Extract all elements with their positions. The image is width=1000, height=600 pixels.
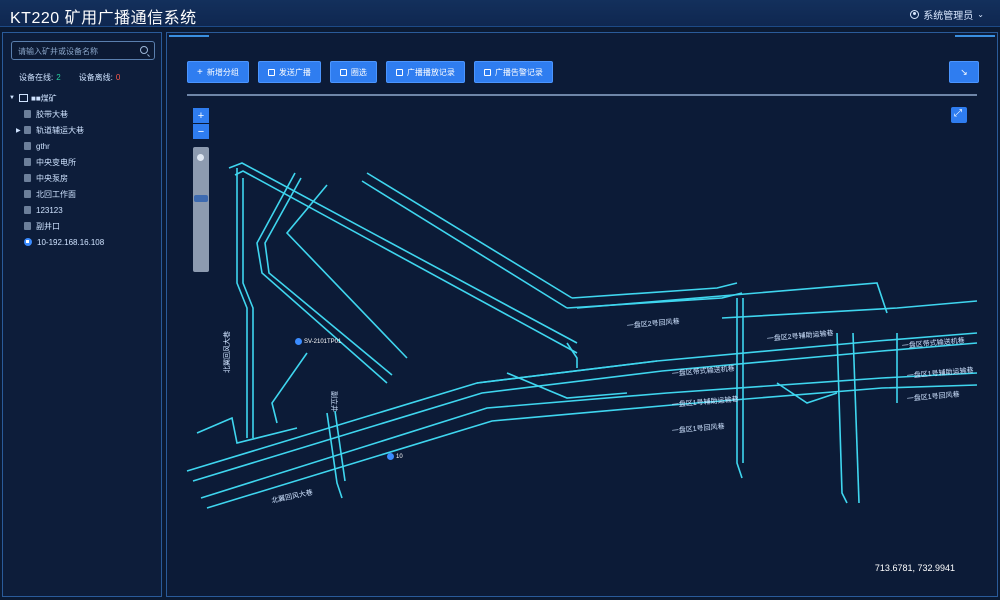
- tree-item[interactable]: gthr: [9, 138, 159, 154]
- zoom-slider[interactable]: [193, 147, 209, 272]
- speaker-icon: [24, 238, 32, 246]
- area-icon: [24, 190, 31, 198]
- tree-item[interactable]: 123123: [9, 202, 159, 218]
- document-icon: [395, 68, 403, 76]
- tree-item[interactable]: 副井口: [9, 218, 159, 234]
- area-icon: [24, 158, 31, 166]
- document-icon: [483, 68, 491, 76]
- area-icon: [24, 142, 31, 150]
- zoom-in-button[interactable]: +: [193, 108, 209, 123]
- map-label: 一盘区带式输送机巷: [671, 364, 735, 378]
- map-label: 北翼回风大巷: [271, 487, 314, 505]
- device-marker[interactable]: SV-2101TP01: [295, 338, 341, 345]
- tree-item[interactable]: ▶ 轨道辅运大巷: [9, 122, 159, 138]
- area-icon: [24, 206, 31, 214]
- search-input[interactable]: [18, 44, 138, 58]
- zoom-control: + −: [193, 108, 209, 140]
- app-title: KT220 矿用广播通信系统: [10, 10, 197, 27]
- device-stats: 设备在线: 2 设备离线: 0: [19, 72, 120, 83]
- tree-item[interactable]: 胶带大巷: [9, 106, 159, 122]
- area-icon: [24, 126, 31, 134]
- area-icon: [24, 222, 31, 230]
- corner-decoration: [169, 35, 209, 41]
- main-panel: + 新增分组 发送广播 圈选 广播播放记录 广播告警记录 ↘ 北翼回风大巷 北翼…: [166, 32, 998, 597]
- add-group-button[interactable]: + 新增分组: [187, 61, 249, 83]
- offline-stat: 设备离线: 0: [78, 73, 121, 82]
- tree-item[interactable]: 中央泵房: [9, 170, 159, 186]
- offline-count: 0: [115, 73, 121, 82]
- tree-root[interactable]: ▼ ■■煤矿: [9, 90, 159, 106]
- user-menu[interactable]: 系统管理员 ⌄: [910, 7, 984, 22]
- arrow-down-right-icon: ↘: [960, 66, 968, 77]
- zoom-out-button[interactable]: −: [193, 124, 209, 139]
- map-label: 北翼回风大巷: [222, 331, 231, 373]
- user-icon: [339, 68, 347, 76]
- corner-decoration: [955, 35, 995, 41]
- user-icon: [910, 10, 920, 19]
- search-icon[interactable]: [140, 46, 148, 54]
- slider-top-dot: [197, 154, 204, 161]
- mine-icon: [19, 94, 28, 102]
- divider: [187, 94, 977, 96]
- alarm-records-button[interactable]: 广播告警记录: [473, 61, 553, 83]
- sidebar: 设备在线:2 设备离线:0 ▼ ■■煤矿 胶带大巷 ▶轨道辅运大巷 gthr 中…: [2, 32, 162, 597]
- tunnel-map: 北翼回风大巷 北翼回风大巷 一盘区2号回风巷 一盘区2号辅助运输巷 一盘区带式输…: [186, 162, 978, 509]
- tree-item-device[interactable]: 10-192.168.16.108: [9, 234, 159, 250]
- tunnel-lines: [186, 162, 978, 509]
- search-box: [11, 41, 155, 60]
- map-label: 一盘区1号辅助运输巷: [671, 394, 738, 409]
- toolbar: + 新增分组 发送广播 圈选 广播播放记录 广播告警记录: [187, 61, 553, 83]
- user-icon: [267, 68, 275, 76]
- area-icon: [24, 174, 31, 182]
- mine-map[interactable]: 北翼回风大巷 北翼回风大巷 一盘区2号回风巷 一盘区2号辅助运输巷 一盘区带式输…: [177, 103, 991, 591]
- area-icon: [24, 110, 31, 118]
- slider-handle[interactable]: [194, 195, 208, 202]
- map-label: 一盘区2号辅助运输巷: [766, 328, 833, 343]
- map-label: 一盘区1号回风巷: [906, 389, 959, 403]
- collapse-button[interactable]: ↘: [949, 61, 979, 83]
- device-tree: ▼ ■■煤矿 胶带大巷 ▶ 轨道辅运大巷 gthr 中央变电所 中央泵房 北回工作…: [9, 90, 159, 250]
- top-bar: KT220 矿用广播通信系统 系统管理员 ⌄: [0, 0, 1000, 27]
- coordinate-readout: 713.6781, 732.9941: [874, 563, 955, 573]
- device-marker[interactable]: 10: [387, 453, 403, 460]
- user-name: 系统管理员: [923, 11, 974, 22]
- map-label: 一盘区2号回风巷: [626, 316, 679, 330]
- send-broadcast-button[interactable]: 发送广播: [257, 61, 321, 83]
- map-label: 一盘区1号辅助运输巷: [906, 365, 973, 380]
- speaker-icon: [387, 453, 394, 460]
- tree-item[interactable]: 中央变电所: [9, 154, 159, 170]
- plus-icon: +: [197, 66, 203, 78]
- online-stat: 设备在线: 2: [19, 73, 61, 82]
- circle-select-button[interactable]: 圈选: [329, 61, 377, 83]
- caret-right-icon[interactable]: ▶: [16, 127, 22, 134]
- chevron-down-icon: ⌄: [977, 10, 984, 19]
- speaker-icon: [295, 338, 302, 345]
- play-records-button[interactable]: 广播播放记录: [385, 61, 465, 83]
- tree-item[interactable]: 北回工作面: [9, 186, 159, 202]
- tree-root-label: ■■煤矿: [31, 93, 57, 103]
- fullscreen-button[interactable]: [951, 107, 967, 123]
- online-count: 2: [56, 73, 61, 82]
- caret-down-icon[interactable]: ▼: [9, 95, 19, 101]
- map-label: 副立井: [330, 391, 339, 412]
- map-label: 一盘区1号回风巷: [671, 421, 724, 435]
